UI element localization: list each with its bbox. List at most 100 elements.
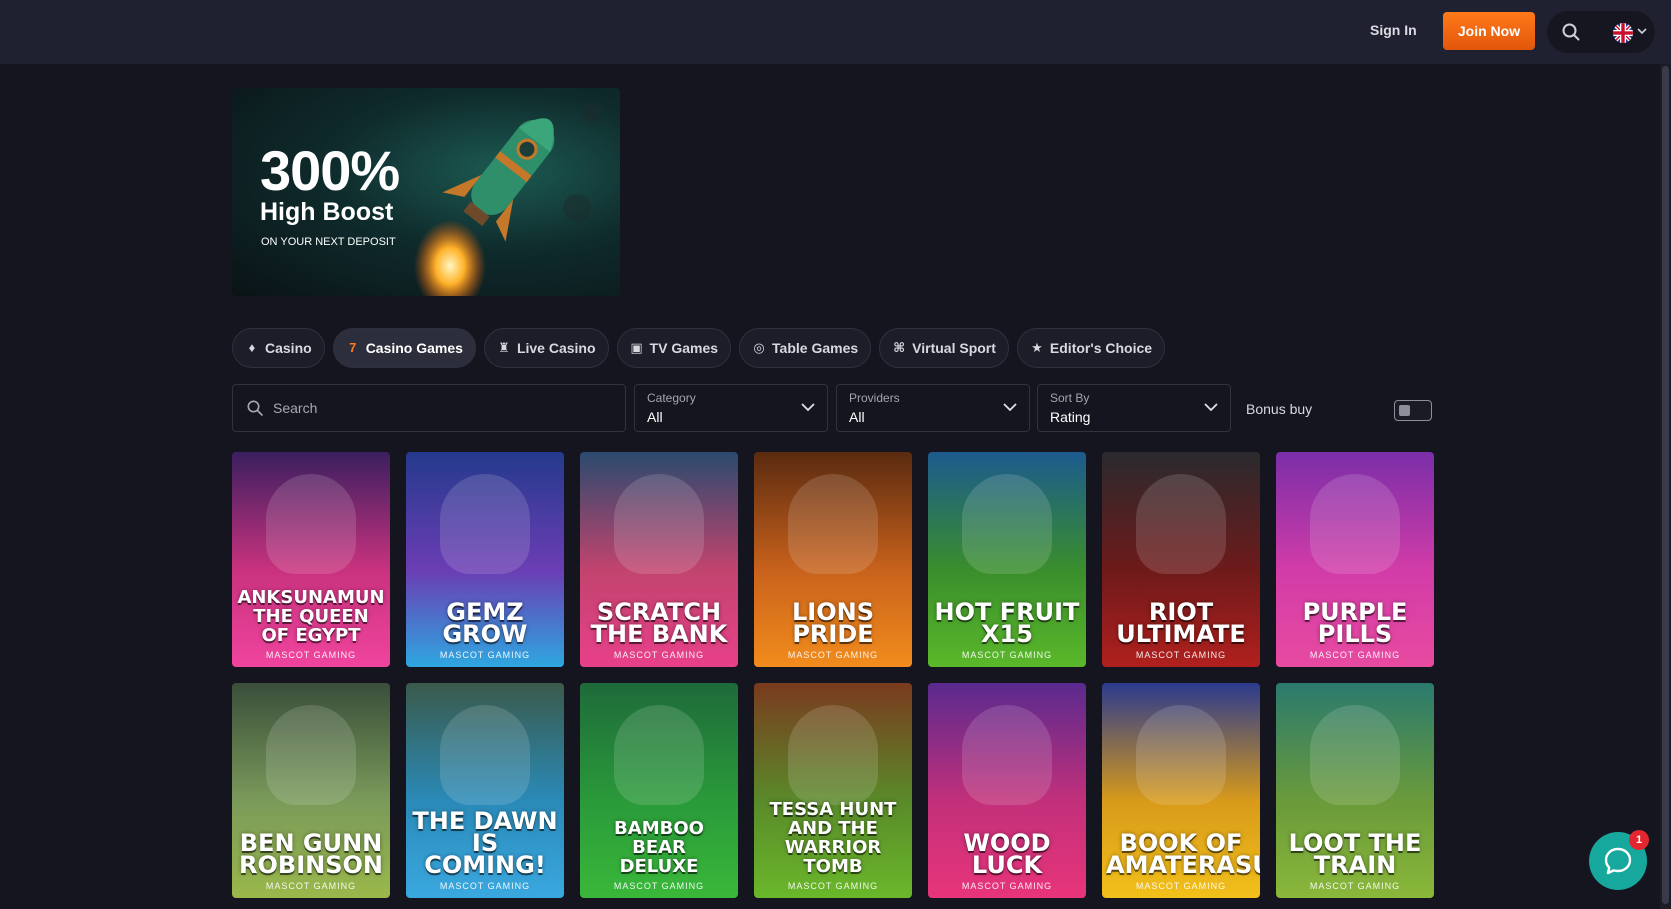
game-character (1136, 474, 1226, 574)
game-character (788, 474, 878, 574)
uk-flag-icon[interactable] (1613, 23, 1633, 43)
banner-caption: ON YOUR NEXT DEPOSIT (261, 236, 396, 248)
game-card[interactable]: SCRATCH THE BANK MASCOT GAMING (580, 452, 738, 667)
game-card[interactable]: BOOK OF AMATERASU MASCOT GAMING (1102, 683, 1260, 898)
search-input[interactable] (273, 397, 603, 419)
game-title: RIOT ULTIMATE (1116, 598, 1246, 648)
tab-label: Casino Games (365, 340, 463, 356)
game-card[interactable]: PURPLE PILLS MASCOT GAMING (1276, 452, 1434, 667)
game-provider: MASCOT GAMING (613, 881, 705, 891)
game-title: WOOD LUCK (963, 829, 1051, 879)
game-card[interactable]: BEN GUNN ROBINSON MASCOT GAMING (232, 683, 390, 898)
sort-label: Sort By (1050, 391, 1090, 405)
chat-icon (1604, 847, 1632, 875)
join-now-button[interactable]: Join Now (1443, 12, 1535, 50)
tab-table-games[interactable]: ◎ Table Games (739, 328, 872, 368)
game-provider: MASCOT GAMING (439, 881, 531, 891)
header-actions (1547, 11, 1655, 53)
game-character (962, 474, 1052, 574)
game-card[interactable]: GEMZ GROW MASCOT GAMING (406, 452, 564, 667)
game-title: TESSA HUNT AND THE WARRIOR TOMB (769, 799, 897, 877)
chat-widget-button[interactable]: 1 (1589, 830, 1649, 890)
game-title: THE DAWN IS COMING! (412, 807, 558, 879)
toggle-knob (1399, 405, 1410, 416)
search-icon[interactable] (1562, 23, 1580, 41)
game-card[interactable]: LOOT THE TRAIN MASCOT GAMING (1276, 683, 1434, 898)
chevron-down-icon (1003, 403, 1017, 412)
game-character (440, 474, 530, 574)
game-provider: MASCOT GAMING (265, 881, 357, 891)
game-character (440, 705, 530, 805)
tab-tv-games[interactable]: ▣ TV Games (616, 328, 732, 368)
game-title: LOOT THE TRAIN (1288, 829, 1422, 879)
game-title: SCRATCH THE BANK (590, 598, 728, 648)
tab-virtual-sport[interactable]: ⌘ Virtual Sport (879, 328, 1009, 368)
game-card[interactable]: THE DAWN IS COMING! MASCOT GAMING (406, 683, 564, 898)
game-title: ANKSUNAMUN THE QUEEN OF EGYPT (237, 587, 385, 646)
providers-label: Providers (849, 391, 900, 405)
game-character (1310, 474, 1400, 574)
game-character (266, 474, 356, 574)
promo-banner[interactable]: 300% High Boost ON YOUR NEXT DEPOSIT (232, 88, 620, 296)
tv-icon: ▣ (630, 340, 643, 355)
game-provider: MASCOT GAMING (1135, 650, 1227, 660)
category-dropdown[interactable]: Category All (634, 384, 828, 432)
tab-live-casino[interactable]: ♜ Live Casino (483, 328, 609, 368)
tab-editor-s-choice[interactable]: ★ Editor's Choice (1016, 328, 1166, 368)
game-provider: MASCOT GAMING (613, 650, 705, 660)
games-grid: ANKSUNAMUN THE QUEEN OF EGYPT MASCOT GAMI… (232, 452, 1434, 898)
gamepad-icon: ⌘ (893, 340, 906, 355)
game-card[interactable]: WOOD LUCK MASCOT GAMING (928, 683, 1086, 898)
game-title: BAMBOO BEAR DELUXE (614, 818, 704, 877)
search-icon (247, 400, 263, 416)
casino-icon: ♦ (248, 340, 256, 355)
notification-badge: 1 (1629, 830, 1649, 850)
tab-casino[interactable]: ♦ Casino (232, 328, 325, 368)
game-card[interactable]: TESSA HUNT AND THE WARRIOR TOMB MASCOT GA… (754, 683, 912, 898)
game-provider: MASCOT GAMING (439, 650, 531, 660)
chevron-down-icon (801, 403, 815, 412)
table-icon: ◎ (753, 340, 765, 355)
tab-label: TV Games (649, 340, 719, 356)
star-icon: ★ (1031, 340, 1043, 355)
providers-value: All (849, 409, 865, 425)
game-card[interactable]: HOT FRUIT X15 MASCOT GAMING (928, 452, 1086, 667)
tab-label: Virtual Sport (912, 340, 996, 356)
live-casino-icon: ♜ (498, 340, 510, 355)
tab-casino-games[interactable]: 7 Casino Games (332, 328, 476, 368)
game-character (614, 474, 704, 574)
game-card[interactable]: ANKSUNAMUN THE QUEEN OF EGYPT MASCOT GAMI… (232, 452, 390, 667)
game-provider: MASCOT GAMING (1309, 650, 1401, 660)
sign-in-link[interactable]: Sign In (1370, 22, 1417, 38)
game-card[interactable]: LIONS PRIDE MASCOT GAMING (754, 452, 912, 667)
game-provider: MASCOT GAMING (1135, 881, 1227, 891)
game-character (1310, 705, 1400, 805)
tab-label: Live Casino (516, 340, 596, 356)
tab-label: Casino (265, 340, 312, 356)
game-character (962, 705, 1052, 805)
game-title: LIONS PRIDE (792, 598, 874, 648)
game-title: BEN GUNN ROBINSON (239, 829, 383, 879)
chevron-down-icon (1204, 403, 1218, 412)
search-field[interactable] (232, 384, 626, 432)
game-provider: MASCOT GAMING (1309, 881, 1401, 891)
tab-label: Table Games (772, 340, 859, 356)
top-navigation-bar (0, 0, 1671, 64)
banner-subheadline: High Boost (260, 198, 394, 226)
bonus-buy-toggle[interactable] (1394, 400, 1432, 421)
sort-dropdown[interactable]: Sort By Rating (1037, 384, 1231, 432)
game-character (1136, 705, 1226, 805)
tab-label: Editor's Choice (1049, 340, 1153, 356)
sort-value: Rating (1050, 409, 1091, 425)
game-provider: MASCOT GAMING (961, 650, 1053, 660)
scrollbar-thumb[interactable] (1662, 66, 1669, 904)
game-card[interactable]: RIOT ULTIMATE MASCOT GAMING (1102, 452, 1260, 667)
game-provider: MASCOT GAMING (787, 881, 879, 891)
game-card[interactable]: BAMBOO BEAR DELUXE MASCOT GAMING (580, 683, 738, 898)
game-provider: MASCOT GAMING (787, 650, 879, 660)
game-title: BOOK OF AMATERASU (1106, 829, 1260, 879)
game-title: GEMZ GROW (442, 598, 528, 648)
providers-dropdown[interactable]: Providers All (836, 384, 1030, 432)
category-tabs: ♦ Casino 7 Casino Games ♜ Live Casino ▣ TV Game… (232, 328, 1166, 368)
chevron-down-icon[interactable] (1637, 27, 1647, 35)
